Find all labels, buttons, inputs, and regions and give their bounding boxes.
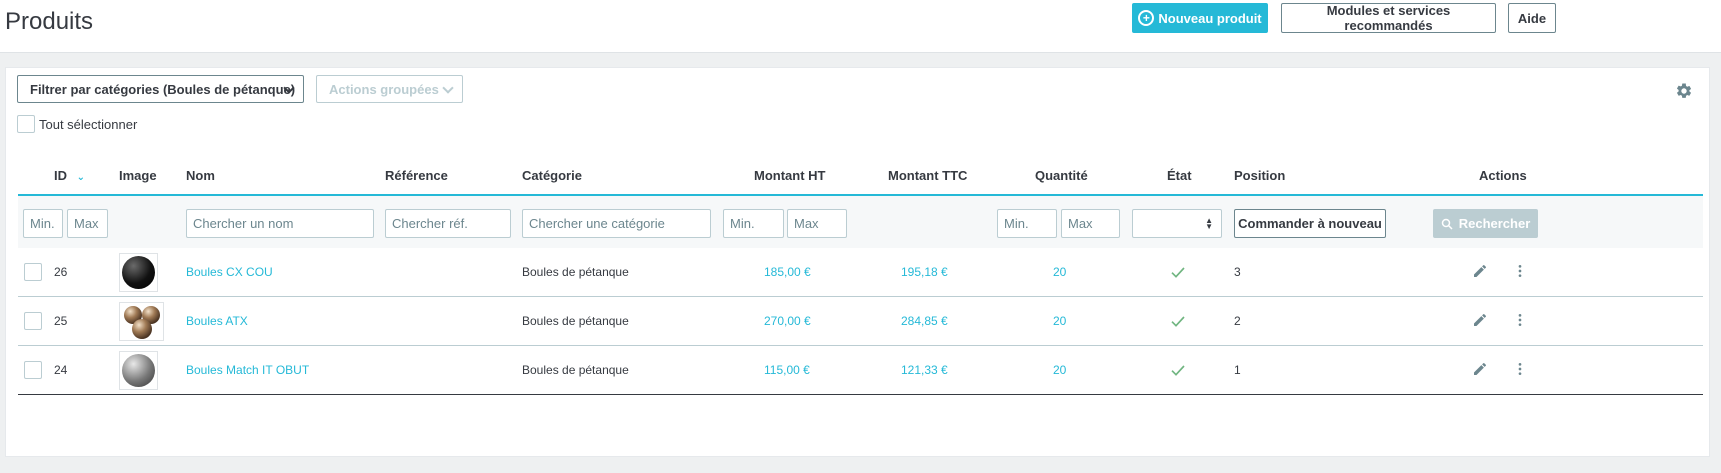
column-reference[interactable]: Référence [385, 168, 448, 183]
row-id: 26 [54, 265, 68, 279]
price-min-input[interactable]: Min. [723, 209, 784, 238]
plus-circle-icon: + [1138, 10, 1155, 26]
product-name-link[interactable]: Boules Match IT OBUT [186, 363, 309, 377]
product-name-link[interactable]: Boules ATX [186, 314, 248, 328]
column-state[interactable]: État [1167, 168, 1192, 183]
column-category[interactable]: Catégorie [522, 168, 582, 183]
modules-button[interactable]: Modules et services recommandés [1281, 3, 1496, 33]
id-min-input[interactable]: Min. [23, 209, 63, 238]
more-vertical-icon[interactable] [1512, 361, 1528, 377]
row-price-ht[interactable]: 270,00 € [764, 314, 811, 328]
reorder-button[interactable]: Commander à nouveau [1234, 209, 1386, 238]
pencil-icon[interactable] [1472, 263, 1488, 279]
check-icon[interactable] [1170, 264, 1186, 280]
select-all-checkbox[interactable] [17, 115, 35, 133]
row-quantity[interactable]: 20 [1053, 363, 1066, 377]
column-position[interactable]: Position [1234, 168, 1285, 183]
sort-arrows-icon: ▲ ▼ [1205, 216, 1213, 231]
row-position: 2 [1234, 314, 1241, 328]
name-search-input[interactable]: Chercher un nom [186, 209, 374, 238]
bulk-actions-dropdown[interactable]: Actions groupées [316, 75, 463, 103]
column-quantity[interactable]: Quantité [1035, 168, 1088, 183]
row-checkbox[interactable] [24, 312, 42, 330]
row-quantity[interactable]: 20 [1053, 314, 1066, 328]
product-name-link[interactable]: Boules CX COU [186, 265, 273, 279]
row-id: 25 [54, 314, 68, 328]
product-thumbnail[interactable] [119, 253, 158, 292]
row-position: 3 [1234, 265, 1241, 279]
product-thumbnail[interactable] [119, 302, 164, 341]
row-position: 1 [1234, 363, 1241, 377]
category-search-input[interactable]: Chercher une catégorie [522, 209, 711, 238]
search-label: Rechercher [1458, 216, 1531, 231]
pencil-icon[interactable] [1472, 312, 1488, 328]
new-product-label: Nouveau produit [1158, 10, 1262, 26]
chevron-down-icon [442, 82, 454, 94]
search-button[interactable]: Rechercher [1433, 209, 1538, 238]
row-category: Boules de pétanque [522, 314, 629, 328]
row-checkbox[interactable] [24, 263, 42, 281]
row-price-ttc[interactable]: 195,18 € [901, 265, 948, 279]
row-category: Boules de pétanque [522, 363, 629, 377]
category-filter-label: Filtrer par catégories (Boules de pétanq… [30, 81, 296, 97]
select-all-label: Tout sélectionner [39, 116, 138, 132]
column-price-ht[interactable]: Montant HT [754, 168, 825, 183]
help-button[interactable]: Aide [1508, 3, 1556, 33]
new-product-button[interactable]: + Nouveau produit [1132, 3, 1268, 33]
row-category: Boules de pétanque [522, 265, 629, 279]
row-price-ttc[interactable]: 284,85 € [901, 314, 948, 328]
pencil-icon[interactable] [1472, 361, 1488, 377]
sort-down-icon[interactable]: ⌄ [77, 172, 85, 183]
row-price-ht[interactable]: 185,00 € [764, 265, 811, 279]
column-id[interactable]: ID ⌄ [54, 168, 85, 183]
table-row[interactable]: 25 Boules ATX Boules de pétanque 270,00 … [18, 297, 1703, 346]
quantity-min-input[interactable]: Min. [997, 209, 1057, 238]
column-actions: Actions [1479, 168, 1527, 183]
bulk-actions-label: Actions groupées [329, 81, 439, 97]
table-row[interactable]: 26 Boules CX COU Boules de pétanque 185,… [18, 248, 1703, 297]
more-vertical-icon[interactable] [1512, 263, 1528, 279]
check-icon[interactable] [1170, 362, 1186, 378]
page-header: Produits + Nouveau produit Modules et se… [0, 0, 1721, 53]
state-select[interactable]: ▲ ▼ [1132, 209, 1222, 238]
reference-search-input[interactable]: Chercher réf. [385, 209, 511, 238]
row-quantity[interactable]: 20 [1053, 265, 1066, 279]
black-ball-icon [122, 256, 155, 289]
select-all[interactable]: Tout sélectionner [17, 115, 137, 133]
row-price-ht[interactable]: 115,00 € [764, 363, 810, 377]
quantity-max-input[interactable]: Max [1061, 209, 1120, 238]
column-name[interactable]: Nom [186, 168, 215, 183]
product-thumbnail[interactable] [119, 351, 158, 390]
price-max-input[interactable]: Max [787, 209, 847, 238]
check-icon[interactable] [1170, 313, 1186, 329]
page-title: Produits [5, 8, 94, 35]
gear-icon[interactable] [1675, 82, 1693, 100]
search-icon [1441, 218, 1453, 230]
more-vertical-icon[interactable] [1512, 312, 1528, 328]
row-checkbox[interactable] [24, 361, 42, 379]
row-price-ttc[interactable]: 121,33 € [901, 363, 948, 377]
products-panel: Filtrer par catégories (Boules de pétanq… [5, 67, 1710, 457]
steel-ball-icon [122, 354, 155, 387]
row-id: 24 [54, 363, 68, 377]
column-price-ttc[interactable]: Montant TTC [888, 168, 967, 183]
id-max-input[interactable]: Max [67, 209, 108, 238]
category-filter-dropdown[interactable]: Filtrer par catégories (Boules de pétanq… [17, 75, 304, 103]
table-row[interactable]: 24 Boules Match IT OBUT Boules de pétanq… [18, 346, 1703, 395]
column-image: Image [119, 168, 157, 183]
three-balls-icon [123, 305, 160, 339]
column-id-label: ID [54, 168, 67, 183]
